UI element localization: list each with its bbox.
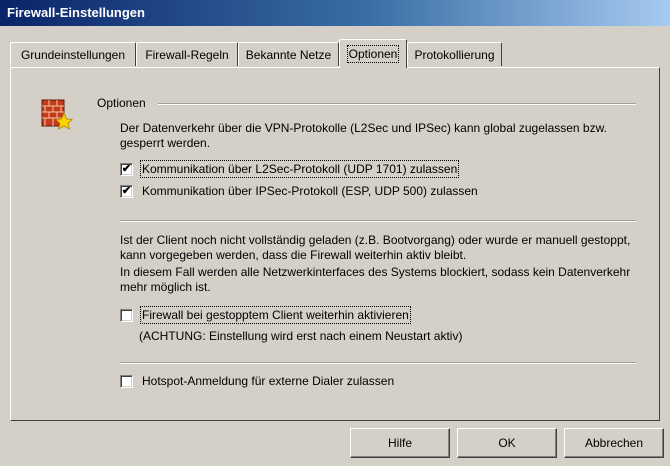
tab-grundeinstellungen[interactable]: Grundeinstellungen [10,42,136,66]
cancel-button[interactable]: Abbrechen [564,428,664,458]
options-panel [10,67,660,421]
tab-firewall-regeln[interactable]: Firewall-Regeln [136,42,238,66]
ok-button[interactable]: OK [457,428,557,458]
tab-bekannte-netze[interactable]: Bekannte Netze [238,42,339,66]
window-title: Firewall-Einstellungen [0,0,670,26]
tab-optionen[interactable]: Optionen [339,39,407,68]
help-button[interactable]: Hilfe [350,428,450,458]
tab-protokollierung[interactable]: Protokollierung [407,42,502,66]
